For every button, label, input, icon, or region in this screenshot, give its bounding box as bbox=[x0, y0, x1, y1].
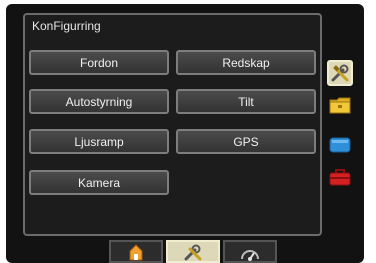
autostyrning-button[interactable]: Autostyrning bbox=[29, 89, 169, 114]
side-tab-folder[interactable] bbox=[327, 92, 353, 118]
side-tab-card[interactable] bbox=[327, 132, 353, 158]
red-toolbox-icon bbox=[329, 169, 351, 186]
tilt-button[interactable]: Tilt bbox=[176, 89, 316, 114]
gauge-icon bbox=[241, 249, 259, 261]
panel-title: KonFigurring bbox=[32, 19, 101, 33]
wrench-screwdriver-icon bbox=[331, 64, 349, 82]
wrench-screwdriver-icon bbox=[184, 244, 202, 260]
side-tab-toolbox[interactable] bbox=[327, 164, 353, 190]
side-tab-settings[interactable] bbox=[327, 60, 353, 86]
device-screen: KonFigurring Fordon Redskap Autostyrning… bbox=[6, 4, 364, 263]
yellow-folder-icon bbox=[329, 97, 351, 114]
bottom-tab-home[interactable] bbox=[109, 240, 163, 263]
redskap-button[interactable]: Redskap bbox=[176, 50, 316, 75]
bottom-tab-settings[interactable] bbox=[166, 240, 220, 263]
fordon-button[interactable]: Fordon bbox=[29, 50, 169, 75]
ljusramp-button[interactable]: Ljusramp bbox=[29, 129, 169, 154]
kamera-button[interactable]: Kamera bbox=[29, 170, 169, 195]
bottom-tab-gauge[interactable] bbox=[223, 240, 277, 263]
home-icon bbox=[129, 243, 143, 260]
blue-card-icon bbox=[329, 137, 351, 153]
configuration-panel: KonFigurring bbox=[23, 13, 322, 236]
gps-button[interactable]: GPS bbox=[176, 129, 316, 154]
